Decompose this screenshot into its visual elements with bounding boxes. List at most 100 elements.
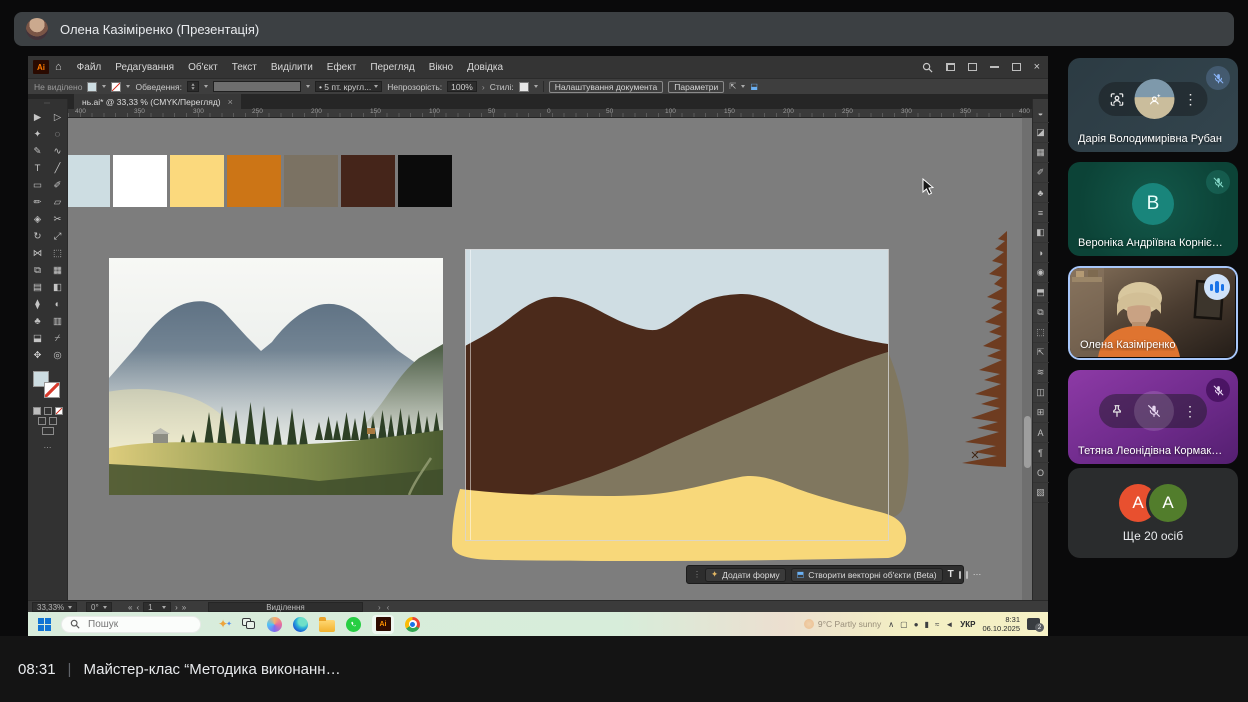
taskbar-weather[interactable]: 9°C Partly sunny xyxy=(804,619,881,629)
volume-icon[interactable]: ◄ xyxy=(945,620,953,629)
file-explorer-icon[interactable] xyxy=(319,620,335,632)
fill-color-swatch[interactable] xyxy=(87,82,97,92)
task-view-icon[interactable] xyxy=(242,618,256,630)
tool-rotate-icon[interactable]: ↻ xyxy=(30,228,46,244)
tool-scissors-icon[interactable]: ✂ xyxy=(50,211,66,227)
stroke-proxy-swatch[interactable] xyxy=(44,382,60,398)
toolbar-more-icon[interactable]: ⋯ xyxy=(44,443,52,452)
vectorize-button[interactable]: ⬒ Створити векторні об'єкти (Beta) xyxy=(791,568,943,582)
home-icon[interactable]: ⌂ xyxy=(55,61,62,73)
start-button-icon[interactable] xyxy=(38,618,51,631)
first-artboard-icon[interactable]: « xyxy=(128,603,132,612)
prev-artboard-icon[interactable]: ‹ xyxy=(136,603,139,612)
draw-normal-icon[interactable] xyxy=(38,417,46,425)
status-prev-icon[interactable]: ‹ xyxy=(387,603,390,612)
restore-icon[interactable] xyxy=(1012,63,1021,71)
document-setup-button[interactable]: Налаштування документа xyxy=(549,81,664,93)
taskbar-clock[interactable]: 8:31 06.10.2025 xyxy=(982,615,1020,634)
tool-rectangle-icon[interactable]: ▭ xyxy=(30,177,46,193)
tool-scale-icon[interactable]: ⤢ xyxy=(50,228,66,244)
tool-pen-icon[interactable]: ✎ xyxy=(30,143,46,159)
chrome-icon[interactable] xyxy=(405,617,420,632)
language-indicator[interactable]: УКР xyxy=(960,620,975,629)
participant-tile-tetiana[interactable]: ⋮ Тетяна Леонідівна Кормако… xyxy=(1068,370,1238,464)
add-shape-button[interactable]: ✦ Додати форму xyxy=(705,568,786,582)
stroke-weight-caret-icon[interactable] xyxy=(204,85,208,88)
panel-paragraph-icon[interactable]: ¶ xyxy=(1033,443,1049,463)
menu-window[interactable]: Вікно xyxy=(422,62,460,73)
notification-center-icon[interactable]: 2 xyxy=(1027,618,1040,630)
panel-appearance-icon[interactable]: ◉ xyxy=(1033,263,1049,283)
menu-edit[interactable]: Редагування xyxy=(108,62,181,73)
copilot-icon[interactable] xyxy=(267,617,282,632)
context-drag-handle[interactable]: ⋮ xyxy=(693,570,700,579)
fill-stroke-indicator[interactable] xyxy=(31,369,65,405)
workspace-switcher-icon[interactable] xyxy=(946,63,955,71)
participant-tile-olena[interactable]: Олена Казіміренко xyxy=(1068,266,1238,360)
tool-line-segment-icon[interactable]: ╱ xyxy=(50,160,66,176)
chevron-up-icon[interactable]: ∧ xyxy=(888,620,894,629)
tool-mesh-icon[interactable]: ▤ xyxy=(30,279,46,295)
tool-direct-selection-icon[interactable]: ▷ xyxy=(50,109,66,125)
copilot-sparkle-icon[interactable]: ✦✦ xyxy=(215,616,231,632)
isolate-icon[interactable]: ⇱ xyxy=(729,81,736,92)
tile-more-options-icon[interactable]: ⋮ xyxy=(1184,91,1198,108)
tool-shape-builder-icon[interactable]: ⧉ xyxy=(30,262,46,278)
close-icon[interactable]: × xyxy=(1034,62,1040,73)
shape-options-icon[interactable]: ⬓ xyxy=(750,82,758,91)
panel-symbols-icon[interactable]: ♣ xyxy=(1033,183,1049,203)
opacity-panel-arrow[interactable]: › xyxy=(482,82,485,92)
panel-color-guide-icon[interactable]: ◪ xyxy=(1033,123,1049,143)
panel-pathfinder-icon[interactable]: ◫ xyxy=(1033,383,1049,403)
tool-lasso-icon[interactable]: ◌ xyxy=(50,126,66,142)
variable-width-profile-dropdown[interactable] xyxy=(213,81,301,92)
panel-asset-export-icon[interactable]: ⇱ xyxy=(1033,343,1049,363)
network-icon[interactable]: ≈ xyxy=(935,620,939,629)
gradient-mode-icon[interactable] xyxy=(44,407,52,415)
tool-type-icon[interactable]: T xyxy=(30,160,46,176)
illustrator-taskbar-icon[interactable]: Ai xyxy=(372,615,394,634)
tool-paintbrush-icon[interactable]: ✐ xyxy=(50,177,66,193)
whatsapp-icon[interactable] xyxy=(346,617,361,632)
tool-column-graph-icon[interactable]: ▥ xyxy=(50,313,66,329)
type-tool-shortcut[interactable]: T xyxy=(948,569,954,580)
pin-icon[interactable] xyxy=(1109,403,1125,419)
panel-navigator-icon[interactable]: ⊞ xyxy=(1033,403,1049,423)
panel-color-icon[interactable]: ◒ xyxy=(1033,103,1049,123)
menu-select[interactable]: Виділити xyxy=(264,62,320,73)
preferences-button[interactable]: Параметри xyxy=(668,81,724,93)
tool-artboard-icon[interactable]: ⬓ xyxy=(30,330,46,346)
tool-width-icon[interactable]: ⋈ xyxy=(30,245,46,261)
scrollbar-thumb[interactable] xyxy=(1024,416,1031,468)
panel-layers-icon[interactable]: ⧉ xyxy=(1033,303,1049,323)
stroke-weight-stepper[interactable] xyxy=(187,81,199,92)
mic-tray-icon[interactable]: ▮ xyxy=(925,620,929,629)
onedrive-icon[interactable]: ▢ xyxy=(900,620,908,629)
search-icon[interactable] xyxy=(922,62,933,73)
isolate-caret-icon[interactable] xyxy=(741,85,745,88)
tool-free-transform-icon[interactable]: ⬚ xyxy=(50,245,66,261)
context-more-icon[interactable]: ⋯ xyxy=(973,569,982,580)
panel-brushes-icon[interactable]: ✐ xyxy=(1033,163,1049,183)
tool-magic-wand-icon[interactable]: ✦ xyxy=(30,126,46,142)
panel-opentype-icon[interactable]: O xyxy=(1033,463,1049,483)
panel-swatches-icon[interactable]: ▦ xyxy=(1033,143,1049,163)
profile-caret-icon[interactable] xyxy=(306,85,310,88)
frame-participant-icon[interactable] xyxy=(1109,91,1126,108)
panel-graphic-styles-icon[interactable]: ⬒ xyxy=(1033,283,1049,303)
zoom-level-dropdown[interactable]: 33,33% xyxy=(32,602,77,612)
tool-perspective-grid-icon[interactable]: ▦ xyxy=(50,262,66,278)
canvas-scrollbar[interactable] xyxy=(1022,118,1032,600)
screen-mode-icon[interactable] xyxy=(42,427,54,435)
menu-type[interactable]: Текст xyxy=(225,62,264,73)
stroke-color-swatch[interactable] xyxy=(111,82,121,92)
tool-hand-icon[interactable]: ✥ xyxy=(30,347,46,363)
fill-caret-icon[interactable] xyxy=(102,85,106,88)
tool-eyedropper-icon[interactable]: ⧫ xyxy=(30,296,46,312)
tool-selection-icon[interactable]: ▶ xyxy=(30,109,46,125)
panel-libraries-icon[interactable]: ▧ xyxy=(1033,483,1049,503)
panel-character-icon[interactable]: A xyxy=(1033,423,1049,443)
toolbar-header[interactable]: ⋯ xyxy=(28,99,67,107)
illustrator-canvas[interactable]: ⋮ ✦ Додати форму ⬒ Створити векторні об'… xyxy=(68,118,1022,600)
next-artboard-icon[interactable]: › xyxy=(175,603,178,612)
